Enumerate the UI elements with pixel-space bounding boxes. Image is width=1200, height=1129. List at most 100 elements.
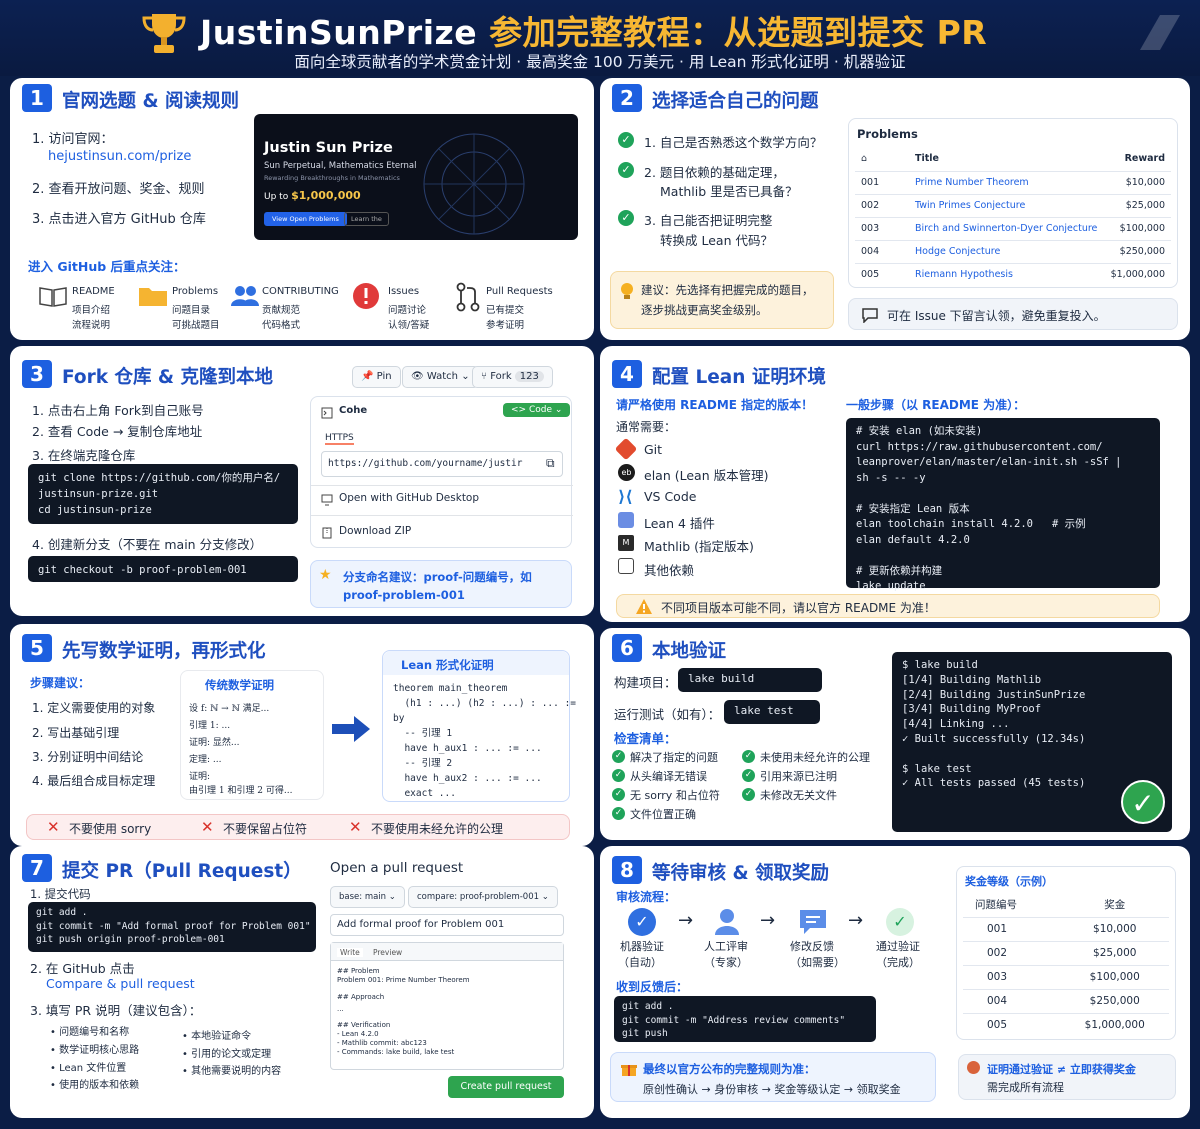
- final-rules-box: 最终以官方公布的完整规则为准： 原创性确认 → 身份审核 → 奖金等级认定 → …: [610, 1052, 936, 1102]
- focus-desc: 贡献规范: [262, 305, 301, 316]
- test-label: 运行测试（如有）：: [614, 707, 721, 722]
- check-icon: ✓: [742, 769, 755, 782]
- question-text: 1. 自己是否熟悉这个数学方向？: [644, 135, 823, 150]
- table-row: 004 $250,000: [963, 989, 1169, 1013]
- view-problems-button[interactable]: View Open Problems: [264, 212, 347, 226]
- flow-arrow-icon: →: [678, 910, 694, 931]
- page-title: JustinSunPrize 参加完整教程：从选题到提交 PR: [200, 13, 988, 52]
- download-zip-option[interactable]: Download ZIP: [339, 525, 411, 537]
- zip-icon: [322, 527, 332, 539]
- gift-icon: [621, 1065, 637, 1076]
- commit-commands[interactable]: git add . git commit -m "Add formal proo…: [28, 902, 316, 952]
- table-row[interactable]: 005 Riemann Hypothesis $1,000,000: [855, 263, 1171, 286]
- feedback-icon: [800, 910, 826, 934]
- check-icon: ✓: [618, 210, 634, 226]
- question-text: 3. 自己能否把证明完整: [644, 213, 773, 228]
- pin-button[interactable]: 📌 Pin: [352, 366, 401, 388]
- table-row[interactable]: 001 Prime Number Theorem $10,000: [855, 171, 1171, 194]
- section-title: 官网选题 & 阅读规则: [62, 91, 240, 112]
- desktop-icon: [321, 494, 333, 506]
- check-icon: ✓: [618, 132, 634, 148]
- create-pr-button[interactable]: Create pull request: [448, 1076, 564, 1098]
- clone-command[interactable]: git clone https://github.com/你的用户名/ just…: [28, 464, 298, 524]
- folder-icon: [139, 288, 167, 306]
- tool-item: elan (Lean 版本管理): [644, 468, 769, 483]
- website-link[interactable]: hejustinsun.com/prize: [48, 149, 191, 164]
- vscode-icon: ⟩⟨: [618, 487, 633, 506]
- problems-table-title: Problems: [857, 127, 918, 141]
- step-text: 3. 点击进入官方 GitHub 仓库: [32, 212, 206, 227]
- prize-tiers-panel: 奖金等级（示例） 问题编号 奖金 001 $10,000 002 $25,000 00…: [956, 866, 1176, 1040]
- step-text: 3. 在终端克隆仓库: [32, 448, 136, 463]
- focus-name: CONTRIBUTING: [262, 286, 339, 297]
- step-number-badge: 6: [612, 634, 642, 662]
- people-icon: [231, 286, 259, 306]
- table-row[interactable]: 002 Twin Primes Conjecture $25,000: [855, 194, 1171, 217]
- section-title: 等待审核 & 领取奖励: [652, 863, 830, 884]
- section-title: 提交 PR（Pull Request）: [62, 861, 302, 882]
- checklist-title: 检查清单：: [614, 731, 677, 746]
- code-button[interactable]: <> Code ⌄: [503, 403, 571, 417]
- focus-desc: 已有提交: [486, 305, 525, 316]
- lean-proof-panel: Lean 形式化证明 theorem main_theorem (h1 : ..…: [382, 650, 576, 802]
- table-row[interactable]: 003 Birch and Swinnerton-Dyer Conjecture $…: [855, 217, 1171, 240]
- cross-icon: ✕: [201, 818, 214, 836]
- step-number-badge: 8: [612, 856, 642, 884]
- table-row[interactable]: 004 Hodge Conjecture $250,000: [855, 240, 1171, 263]
- section-3-card: 3 Fork 仓库 & 克隆到本地 1. 点击右上角 Fork到自己账号 2. …: [10, 346, 594, 616]
- focus-name: Pull Requests: [486, 286, 553, 297]
- section-title: 先写数学证明，再形式化: [62, 641, 266, 662]
- compare-branch-select[interactable]: compare: proof-problem-001 ⌄: [408, 886, 558, 908]
- checkout-command[interactable]: git checkout -b proof-problem-001: [28, 556, 298, 582]
- machine-check-icon: ✓: [628, 908, 656, 936]
- pr-title-input[interactable]: Add formal proof for Problem 001: [330, 914, 564, 936]
- section-title: Fork 仓库 & 克隆到本地: [62, 367, 273, 388]
- open-desktop-option[interactable]: Open with GitHub Desktop: [339, 492, 479, 504]
- check-icon: ✓: [612, 750, 625, 763]
- prize-table: 问题编号 奖金 001 $10,000 002 $25,000 003 $100,000…: [963, 893, 1169, 1037]
- preview-tab[interactable]: Preview: [373, 948, 402, 957]
- section-5-card: 5 先写数学证明，再形式化 步骤建议： 1. 定义需要使用的对象 2. 写出基础…: [10, 624, 594, 846]
- flow-arrow-icon: →: [848, 910, 864, 931]
- copy-icon[interactable]: ⧉: [546, 456, 555, 471]
- step-text: 3. 分别证明中间结论: [32, 750, 144, 764]
- base-branch-select[interactable]: base: main ⌄: [330, 886, 405, 908]
- feedback-label: 收到反馈后：: [616, 980, 689, 994]
- step-number-badge: 3: [22, 360, 52, 388]
- check-icon: ✓: [612, 807, 625, 820]
- page-header: JustinSunPrize 参加完整教程：从选题到提交 PR 面向全球贡献者的…: [0, 0, 1200, 76]
- section-title: 配置 Lean 证明环境: [652, 367, 826, 388]
- issue-alert-icon: [353, 283, 379, 309]
- setup-commands[interactable]: # 安装 elan (如未安装) curl https://raw.github…: [846, 418, 1160, 608]
- table-row: 001 $10,000: [963, 917, 1169, 941]
- write-tab[interactable]: Write: [337, 948, 363, 957]
- checklist-item: 未修改无关文件: [760, 789, 837, 802]
- table-header-icon: ⌂: [861, 153, 868, 165]
- focus-name: Problems: [172, 286, 219, 297]
- step-text: 2. 查看 Code → 复制仓库地址: [32, 424, 203, 439]
- step-text: 3. 填写 PR 说明（建议包含）：: [30, 1003, 202, 1018]
- check-icon: ✓: [742, 788, 755, 801]
- section-6-card: 6 本地验证 构建项目： lake build 运行测试（如有）： lake t…: [600, 628, 1190, 840]
- section-1-card: 1 官网选题 & 阅读规则 1. 访问官网： hejustinsun.com/p…: [10, 78, 594, 340]
- learn-button[interactable]: Learn the: [344, 212, 389, 226]
- reviewer-icon: [715, 909, 739, 935]
- compare-pr-link[interactable]: Compare & pull request: [46, 976, 195, 991]
- flow-arrow-icon: →: [760, 910, 776, 931]
- clone-url-field[interactable]: https://github.com/yourname/justir ⧉: [321, 451, 563, 477]
- build-command[interactable]: lake build: [678, 668, 822, 692]
- review-commands[interactable]: git add . git commit -m "Address review …: [614, 996, 876, 1042]
- table-row: 002 $25,000: [963, 941, 1169, 965]
- test-command[interactable]: lake test: [724, 700, 820, 724]
- pr-body-editor[interactable]: Write Preview ## Problem Problem 001: Pr…: [330, 942, 564, 1070]
- check-icon: ✓: [618, 162, 634, 178]
- watch-button[interactable]: 👁 Watch ⌄: [402, 366, 479, 388]
- focus-desc: 代码格式: [262, 320, 301, 331]
- cross-icon: ✕: [349, 818, 362, 836]
- step-text: 1. 定义需要使用的对象: [32, 701, 156, 715]
- brand-logo-icon: [1140, 15, 1180, 50]
- https-tab[interactable]: HTTPS: [325, 433, 354, 445]
- fork-button[interactable]: ⑂ Fork 123: [472, 366, 553, 388]
- step-text: 2. 在 GitHub 点击: [30, 961, 135, 976]
- problems-table: ⌂ Title Reward 001 Prime Number Theorem $1…: [855, 147, 1171, 286]
